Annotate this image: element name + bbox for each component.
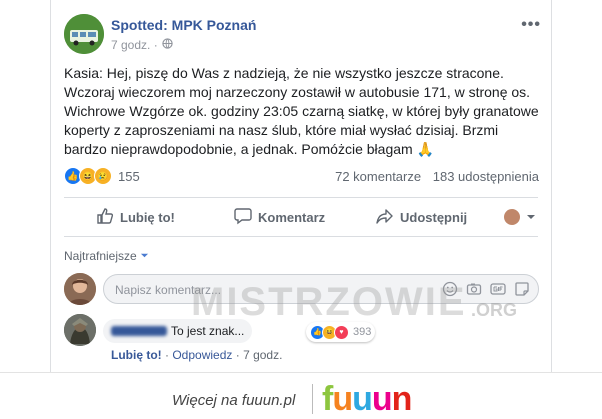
gif-icon[interactable] [490, 281, 506, 297]
current-user-avatar [64, 273, 96, 305]
page-avatar[interactable] [64, 14, 104, 54]
like-button[interactable]: Lubię to! [96, 207, 175, 228]
comment-sort-dropdown[interactable]: Najtrafniejsze [64, 249, 149, 263]
reaction-count: 155 [118, 168, 140, 184]
globe-icon [162, 38, 173, 52]
footer-divider [0, 372, 602, 373]
sad-reaction-icon: 😢 [94, 167, 112, 185]
post-actions: Lubię to! Komentarz Udostępnij [64, 200, 538, 234]
logo-letter: f [322, 380, 333, 418]
footer-separator [312, 384, 313, 414]
comment-time[interactable]: 7 godz. [243, 348, 282, 362]
watermark: MISTRZOWIE [191, 280, 467, 324]
reaction-summary[interactable]: 👍 😆 😢 155 [64, 167, 140, 185]
comment-sort-label: Najtrafniejsze [64, 249, 137, 263]
comments-count-link[interactable]: 72 komentarze [335, 169, 421, 184]
comment-button-label: Komentarz [258, 209, 326, 225]
caret-down-icon [526, 210, 536, 225]
like-button-label: Lubię to! [120, 209, 175, 225]
logo-letter: u [352, 380, 373, 418]
comment-like-link[interactable]: Lubię to! [111, 348, 162, 362]
commenter-name-redacted[interactable] [111, 326, 167, 336]
more-options-icon[interactable]: ••• [521, 16, 541, 34]
audience-selector[interactable] [504, 209, 536, 225]
shares-count-link[interactable]: 183 udostępnienia [433, 169, 539, 184]
comment-reaction-count: 393 [353, 326, 372, 338]
fuuun-logo[interactable]: fuuun [322, 380, 413, 419]
comment-text: To jest znak... [171, 324, 245, 338]
comment-actions: Lubię to! · Odpowiedz · 7 godz. [111, 348, 283, 362]
logo-letter: n [391, 380, 413, 418]
speech-bubble-icon [234, 207, 252, 228]
site-footer: Więcej na fuuun.pl fuuun [0, 378, 602, 418]
user-avatar-small [504, 209, 520, 225]
thumbs-up-icon [96, 207, 114, 228]
comment-reply-link[interactable]: Odpowiedz [172, 348, 232, 362]
comment-reaction-summary[interactable]: 👍 😆 ♥ 393 [306, 322, 376, 342]
love-reaction-icon: ♥ [334, 324, 349, 340]
engagement-counts: 72 komentarze 183 udostępnienia [335, 169, 539, 184]
share-arrow-icon [376, 207, 394, 228]
commenter-avatar[interactable] [64, 314, 96, 346]
page-name-link[interactable]: Spotted: MPK Poznań [111, 17, 256, 33]
camera-icon[interactable] [466, 281, 482, 297]
post-meta: 7 godz. · [111, 38, 173, 52]
sticker-icon[interactable] [514, 281, 530, 297]
post-text: Kasia: Hej, piszę do Was z nadzieją, że … [64, 65, 539, 157]
post-time[interactable]: 7 godz. · [111, 38, 158, 52]
comment-button[interactable]: Komentarz [234, 207, 325, 228]
more-on-site-link[interactable]: Więcej na fuuun.pl [172, 392, 295, 409]
logo-letter: u [332, 380, 353, 418]
facebook-post-card: Spotted: MPK Poznań 7 godz. · ••• Kasia:… [50, 0, 552, 372]
share-button-label: Udostępnij [400, 209, 468, 225]
logo-letter: u [371, 380, 393, 418]
divider [64, 236, 538, 237]
caret-down-icon [140, 249, 149, 263]
watermark-suffix: .ORG [471, 300, 518, 320]
divider [64, 197, 538, 198]
share-button[interactable]: Udostępnij [376, 207, 467, 228]
